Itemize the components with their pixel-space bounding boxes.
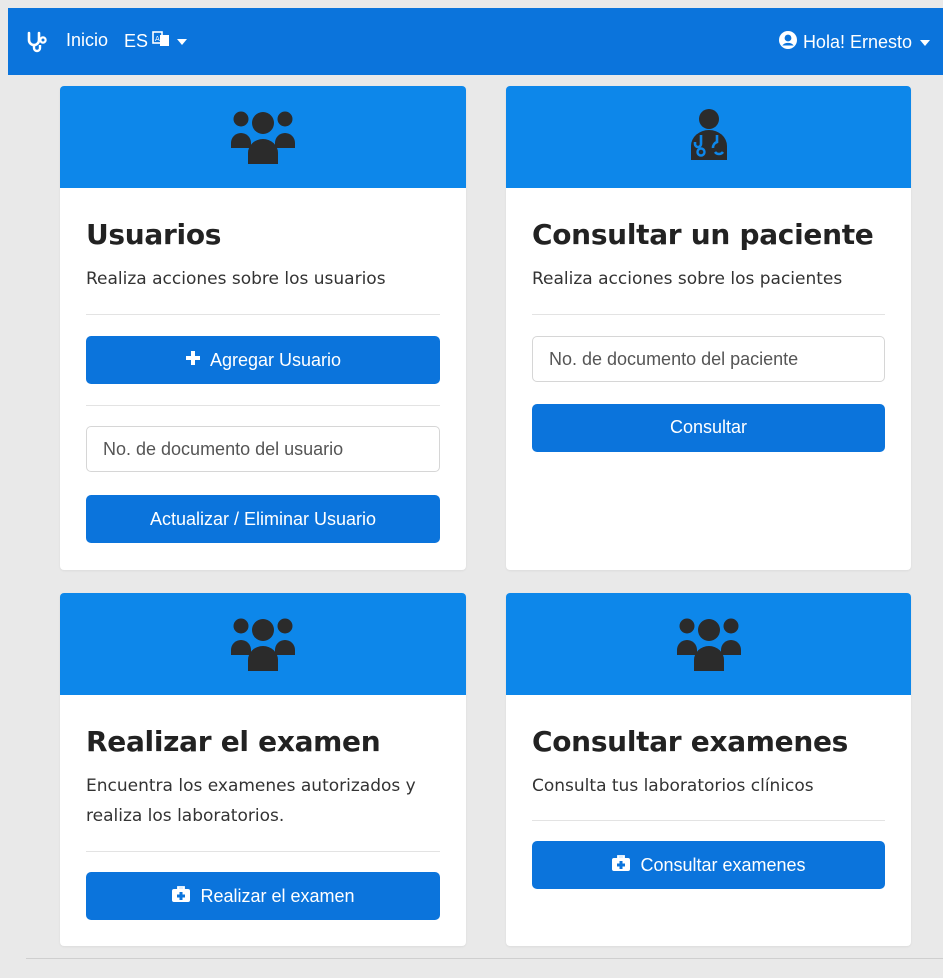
card-header bbox=[60, 593, 466, 695]
plus-icon bbox=[185, 350, 201, 371]
card-header bbox=[60, 86, 466, 188]
consult-patient-button[interactable]: Consultar bbox=[532, 404, 885, 452]
update-delete-user-button[interactable]: Actualizar / Eliminar Usuario bbox=[86, 495, 440, 543]
top-navbar: Inicio ES A Hola! Ernesto bbox=[8, 8, 943, 75]
card-description: Consulta tus laboratorios clínicos bbox=[532, 776, 814, 796]
consult-exams-label: Consultar examenes bbox=[640, 854, 806, 875]
card-consultar-examenes: Consultar examenes Consulta tus laborato… bbox=[506, 593, 911, 946]
language-label: ES bbox=[124, 31, 149, 51]
translate-icon: A bbox=[152, 30, 170, 53]
divider bbox=[86, 405, 440, 406]
caret-down-icon bbox=[177, 38, 188, 45]
medkit-icon bbox=[611, 854, 631, 877]
card-title: Consultar examenes bbox=[532, 725, 849, 758]
divider bbox=[532, 314, 885, 315]
nav-home-link[interactable]: Inicio bbox=[66, 30, 108, 51]
card-description: Encuentra los examenes autorizados y rea… bbox=[86, 776, 416, 826]
card-header bbox=[506, 593, 911, 695]
user-menu[interactable]: Hola! Ernesto bbox=[778, 30, 930, 55]
user-document-placeholder: No. de documento del usuario bbox=[103, 438, 344, 459]
medkit-icon bbox=[171, 885, 191, 908]
card-header bbox=[506, 86, 911, 188]
divider bbox=[532, 820, 885, 821]
perform-exam-button[interactable]: Realizar el examen bbox=[86, 872, 440, 920]
patient-document-placeholder: No. de documento del paciente bbox=[549, 348, 799, 369]
users-icon bbox=[230, 106, 296, 169]
divider bbox=[86, 314, 440, 315]
card-description: Realiza acciones sobre los usuarios bbox=[86, 269, 386, 289]
divider bbox=[86, 851, 440, 852]
card-realizar-examen: Realizar el examen Encuentra los examene… bbox=[60, 593, 466, 946]
consult-exams-button[interactable]: Consultar examenes bbox=[532, 841, 885, 889]
card-title: Usuarios bbox=[86, 218, 222, 251]
patient-document-input[interactable]: No. de documento del paciente bbox=[532, 336, 885, 382]
svg-text:A: A bbox=[155, 35, 160, 43]
perform-exam-label: Realizar el examen bbox=[200, 885, 355, 906]
add-user-button[interactable]: Agregar Usuario bbox=[86, 336, 440, 384]
users-icon bbox=[230, 613, 296, 676]
card-usuarios: Usuarios Realiza acciones sobre los usua… bbox=[60, 86, 466, 570]
card-title: Realizar el examen bbox=[86, 725, 381, 758]
footer-divider bbox=[26, 958, 943, 959]
consult-patient-label: Consultar bbox=[669, 417, 748, 437]
update-delete-label: Actualizar / Eliminar Usuario bbox=[149, 508, 377, 529]
card-consultar-paciente: Consultar un paciente Realiza acciones s… bbox=[506, 86, 911, 570]
user-document-input[interactable]: No. de documento del usuario bbox=[86, 426, 440, 472]
user-circle-icon bbox=[778, 30, 798, 55]
add-user-label: Agregar Usuario bbox=[209, 349, 342, 370]
users-icon bbox=[676, 613, 742, 676]
stethoscope-icon[interactable] bbox=[25, 30, 49, 54]
user-doctor-icon bbox=[689, 108, 729, 167]
card-title: Consultar un paciente bbox=[532, 218, 874, 251]
language-dropdown[interactable]: ES A bbox=[124, 30, 188, 53]
user-greeting: Hola! Ernesto bbox=[802, 32, 912, 52]
caret-down-icon bbox=[920, 39, 930, 46]
card-description: Realiza acciones sobre los pacientes bbox=[532, 269, 843, 289]
